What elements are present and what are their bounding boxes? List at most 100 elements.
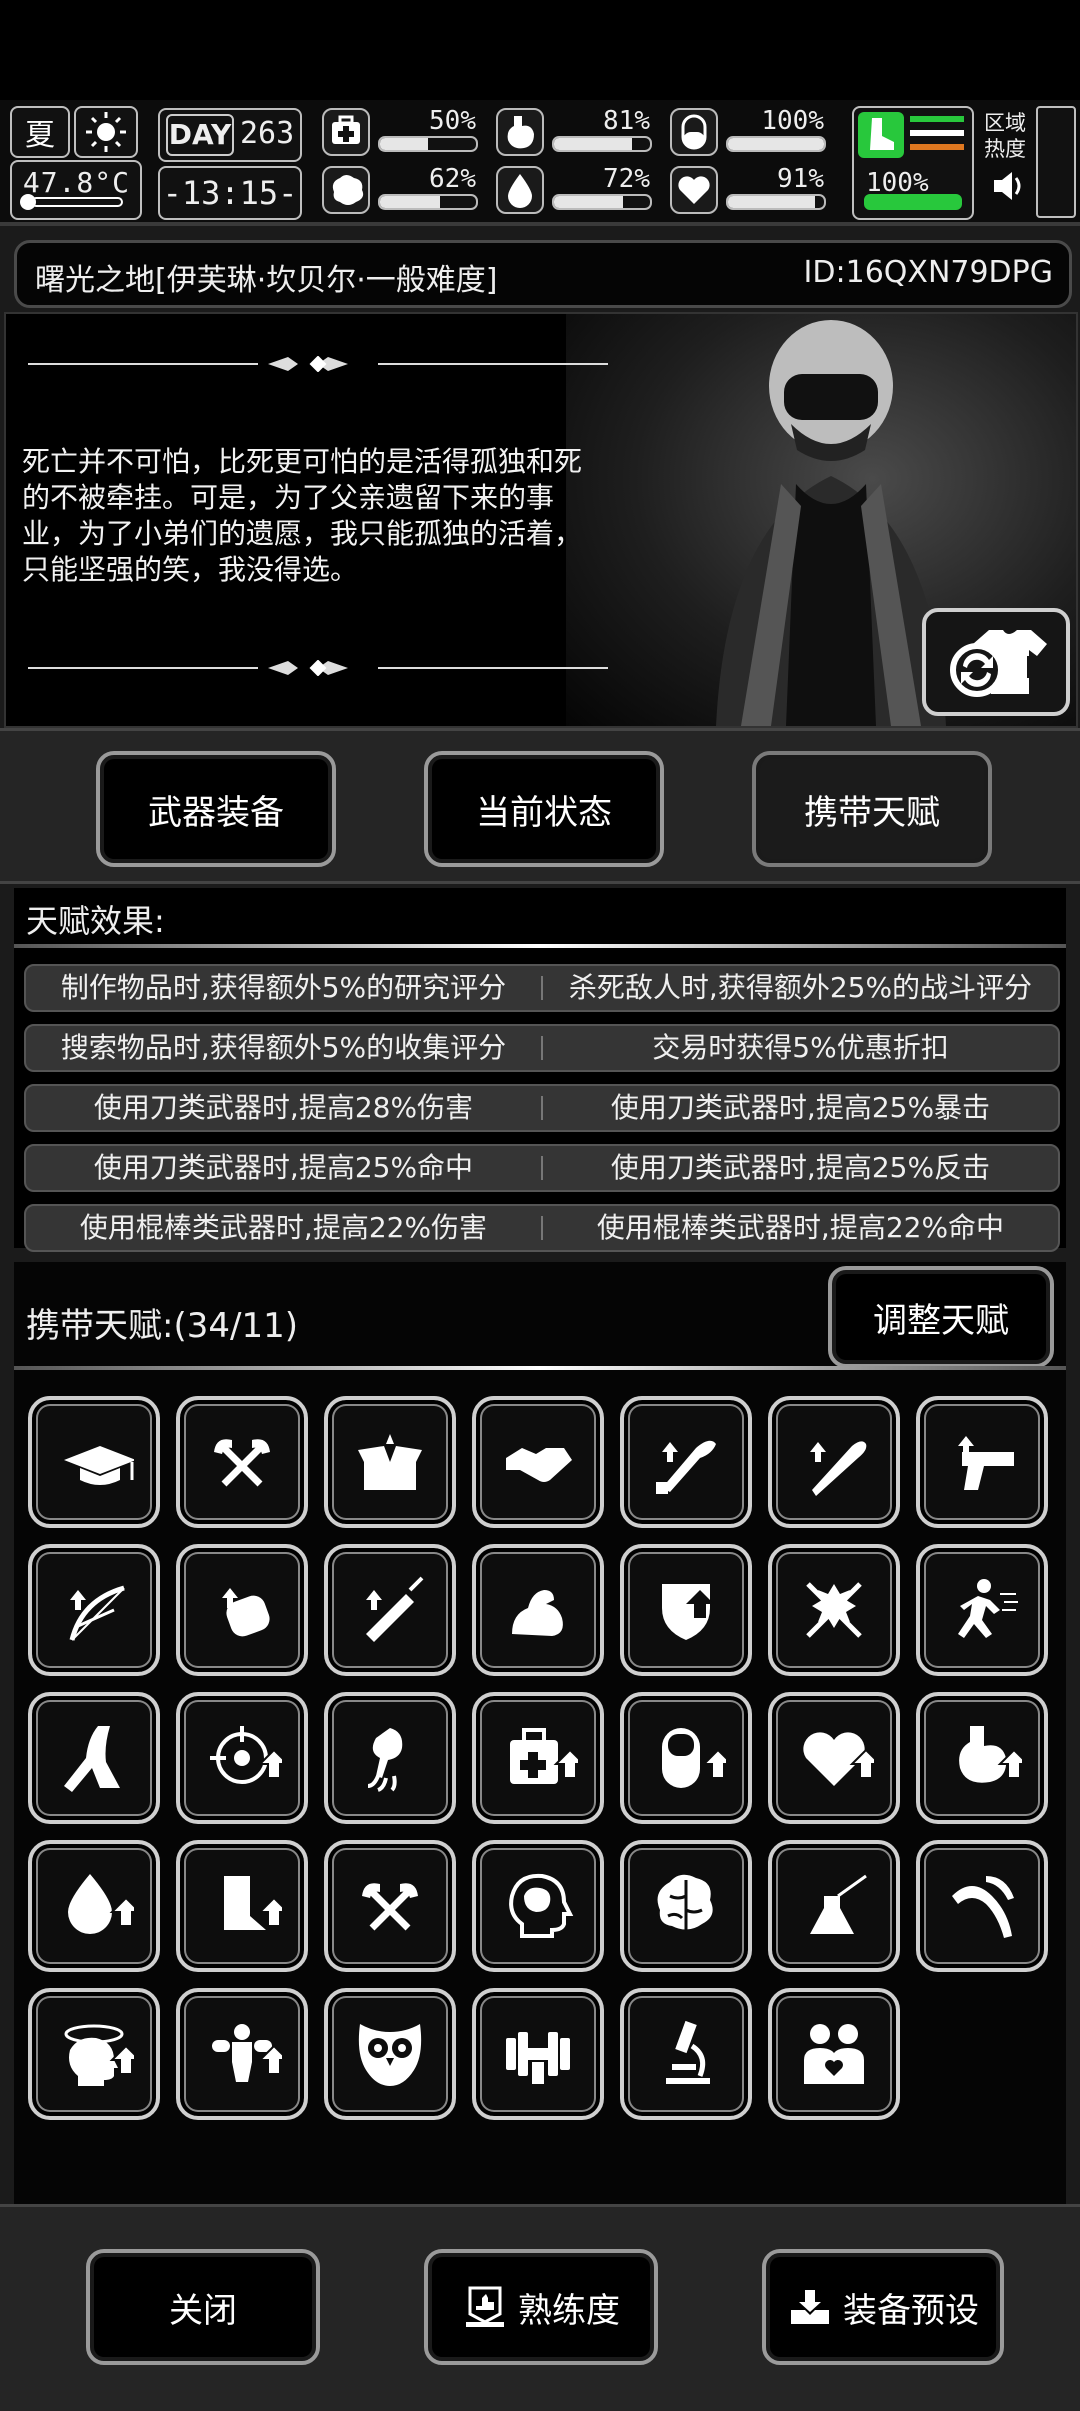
stomach-icon — [496, 108, 544, 156]
close-label: 关闭 — [169, 2290, 237, 2331]
stamina-line-orange — [910, 144, 964, 150]
medkit-icon — [322, 108, 370, 156]
proficiency-badge-icon — [466, 2286, 504, 2327]
stamina-panel: 100% — [852, 106, 974, 220]
stat-bar-fill — [554, 196, 624, 208]
talent-slot[interactable] — [324, 1988, 456, 2120]
stat-bar — [378, 194, 478, 210]
season-label: 夏 — [25, 118, 55, 153]
talent-slot[interactable] — [176, 1692, 308, 1824]
talent-effects-title: 天赋效果: — [26, 902, 165, 940]
talent-slot[interactable] — [324, 1692, 456, 1824]
stat-pills: 100% — [670, 106, 830, 156]
proficiency-button[interactable]: 熟练度 — [424, 2249, 658, 2365]
talent-slot[interactable] — [324, 1840, 456, 1972]
talent-slot[interactable] — [176, 1544, 308, 1676]
talent-effect-row: 使用刀类武器时,提高28%伤害 使用刀类武器时,提高25%暴击 — [24, 1084, 1060, 1132]
talent-slot[interactable] — [472, 1396, 604, 1528]
tab-weapons[interactable]: 武器装备 — [96, 751, 336, 867]
talent-slot[interactable] — [768, 1544, 900, 1676]
crosshair-up-icon — [210, 1726, 282, 1784]
stat-bar — [552, 136, 652, 152]
talent-slot[interactable] — [768, 1840, 900, 1972]
tentacle-icon — [952, 1876, 1014, 1938]
stat-value: 91% — [777, 164, 824, 194]
heart-up-icon — [803, 1732, 874, 1786]
crossed-swords-icon — [806, 1582, 862, 1638]
tab-carried-talents[interactable]: 携带天赋 — [752, 751, 992, 867]
talent-slot[interactable] — [324, 1544, 456, 1676]
close-button[interactable]: 关闭 — [86, 2249, 320, 2365]
character-name: 曙光之地[伊芙琳·坎贝尔·一般难度] — [35, 263, 498, 298]
talent-slot[interactable] — [620, 1692, 752, 1824]
talent-slot[interactable] — [916, 1692, 1048, 1824]
talent-slot[interactable] — [916, 1396, 1048, 1528]
preset-box-icon — [791, 2290, 829, 2324]
carried-talents-panel: 携带天赋:(34/11) 调整天赋 — [14, 1262, 1066, 2274]
talent-slot[interactable] — [176, 1840, 308, 1972]
talent-effect-row: 使用刀类武器时,提高25%命中 使用刀类武器时,提高25%反击 — [24, 1144, 1060, 1192]
tab-current-status[interactable]: 当前状态 — [424, 751, 664, 867]
talent-effect-row: 使用棍棒类武器时,提高22%伤害 使用棍棒类武器时,提高22%命中 — [24, 1204, 1060, 1252]
day-label: DAY — [166, 114, 234, 156]
pill-icon — [670, 108, 718, 156]
stamina-line-white — [910, 130, 964, 136]
talent-slot[interactable] — [28, 1692, 160, 1824]
stat-bar-fill — [380, 138, 428, 150]
stat-value: 72% — [603, 164, 650, 194]
talent-slot[interactable] — [472, 1692, 604, 1824]
pistol-up-icon — [958, 1436, 1014, 1490]
stat-bar-fill — [554, 138, 632, 150]
medkit-up-icon — [510, 1728, 578, 1784]
tab-bar: 武器装备 当前状态 携带天赋 — [0, 728, 1080, 884]
muscle-arm-icon — [512, 1590, 563, 1636]
talent-slot[interactable] — [620, 1396, 752, 1528]
talent-slot[interactable] — [472, 1840, 604, 1972]
swap-outfit-icon — [950, 630, 1047, 697]
talent-slot[interactable] — [28, 1396, 160, 1528]
machete-up-icon — [656, 1440, 716, 1494]
brain-icon — [322, 166, 370, 214]
owl-icon — [358, 2024, 422, 2086]
bottom-action-bar: 关闭 熟练度 装备预设 — [0, 2204, 1080, 2411]
talent-slot[interactable] — [916, 1544, 1048, 1676]
talent-slot[interactable] — [28, 1988, 160, 2120]
talent-slot[interactable] — [28, 1544, 160, 1676]
talent-effect-text: 杀死敌人时,获得额外25%的战斗评分 — [568, 971, 1033, 1004]
dumbbell-icon — [506, 2032, 570, 2084]
talent-slot[interactable] — [916, 1840, 1048, 1972]
day-counter: DAY 263 — [158, 108, 302, 162]
talent-slot[interactable] — [768, 1396, 900, 1528]
status-hud: 夏 47.8°C DAY 263 -13:15- 50% 81% 100% 62% 72… — [0, 100, 1080, 226]
equipment-preset-button[interactable]: 装备预设 — [762, 2249, 1004, 2365]
bat-up-icon — [810, 1441, 867, 1496]
dizzy-head-up-icon — [64, 2024, 134, 2086]
talent-slot[interactable] — [620, 1840, 752, 1972]
talent-slot[interactable] — [176, 1396, 308, 1528]
stat-bar-fill — [728, 138, 824, 150]
adjust-talents-button[interactable]: 调整天赋 — [828, 1266, 1054, 1368]
talent-slot[interactable] — [176, 1988, 308, 2120]
talent-slot[interactable] — [620, 1544, 752, 1676]
talent-slot[interactable] — [768, 1988, 900, 2120]
speaker-icon[interactable] — [990, 168, 1026, 204]
fist-up-icon — [222, 1588, 270, 1637]
talent-slot[interactable] — [28, 1840, 160, 1972]
stat-thirst: 72% — [496, 164, 656, 214]
talent-slot[interactable] — [472, 1988, 604, 2120]
stat-hunger: 81% — [496, 106, 656, 156]
talent-slot[interactable] — [324, 1396, 456, 1528]
talent-slot[interactable] — [620, 1988, 752, 2120]
stat-bar — [378, 136, 478, 152]
change-outfit-button[interactable] — [922, 608, 1070, 716]
crossed-axes-icon — [214, 1439, 270, 1487]
stat-value: 50% — [429, 106, 476, 136]
season-badge: 夏 — [10, 106, 70, 158]
claw-arm-icon — [367, 1728, 403, 1792]
talent-slot[interactable] — [472, 1544, 604, 1676]
microscope-icon — [666, 2020, 710, 2084]
stomach-up-icon — [959, 1726, 1022, 1783]
leg-up-icon — [224, 1876, 282, 1930]
talent-effect-text: 使用棍棒类武器时,提高22%伤害 — [79, 1211, 488, 1244]
talent-slot[interactable] — [768, 1692, 900, 1824]
